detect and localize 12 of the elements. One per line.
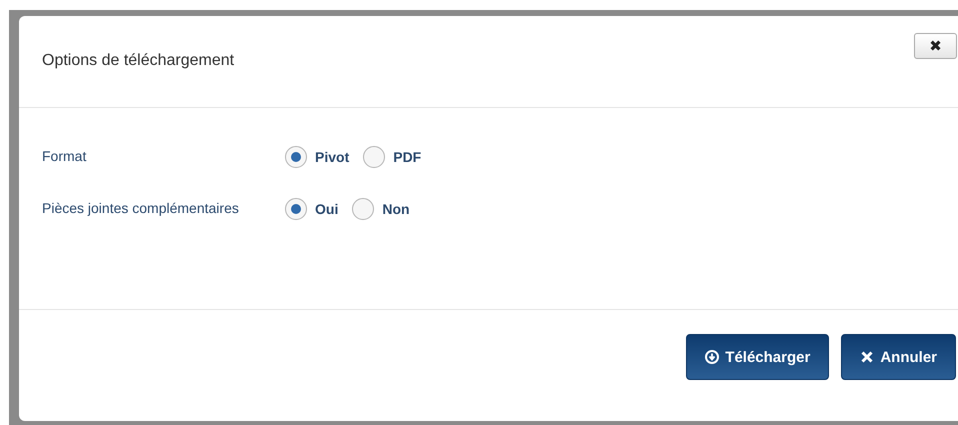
cancel-button[interactable]: Annuler: [841, 334, 956, 380]
field-label: Pièces jointes complémentaires: [42, 199, 240, 218]
radio-option[interactable]: PDF: [363, 146, 422, 168]
dialog-title: Options de téléchargement: [42, 52, 234, 70]
radio-option[interactable]: Oui: [285, 198, 338, 220]
field-label: Format: [42, 147, 88, 166]
radio-option[interactable]: Pivot: [285, 146, 350, 168]
close-button[interactable]: ✖: [914, 32, 957, 58]
download-icon: [705, 350, 720, 364]
download-button[interactable]: Télécharger: [686, 334, 830, 380]
radio-option[interactable]: Non: [352, 198, 410, 220]
close-icon: [860, 350, 874, 364]
